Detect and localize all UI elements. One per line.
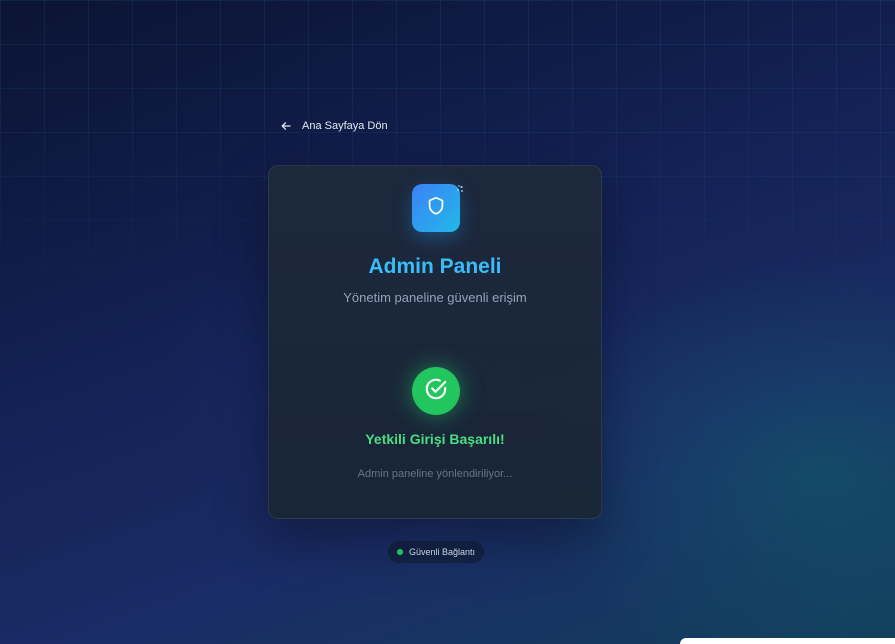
check-circle-icon: [423, 376, 449, 407]
admin-logo: [412, 184, 460, 232]
admin-login-card: Admin Paneli Yönetim paneline güvenli er…: [268, 165, 602, 519]
corner-popup: [680, 638, 895, 644]
redirect-message: Admin paneline yönlendiriliyor...: [357, 468, 513, 480]
success-badge: [412, 367, 460, 415]
secure-connection-badge: Güvenli Bağlantı: [388, 541, 485, 563]
page-title: Admin Paneli: [368, 255, 502, 278]
arrow-left-icon: [280, 120, 292, 132]
page-subtitle: Yönetim paneline güvenli erişim: [343, 290, 527, 305]
status-dot-icon: [397, 549, 403, 555]
secure-connection-label: Güvenli Bağlantı: [409, 547, 476, 557]
success-title: Yetkili Girişi Başarılı!: [365, 431, 505, 447]
back-link-label: Ana Sayfaya Dön: [302, 120, 388, 132]
sparkle-icon: [455, 181, 465, 192]
shield-icon: [425, 195, 447, 222]
back-to-home-link[interactable]: Ana Sayfaya Dön: [272, 114, 396, 138]
